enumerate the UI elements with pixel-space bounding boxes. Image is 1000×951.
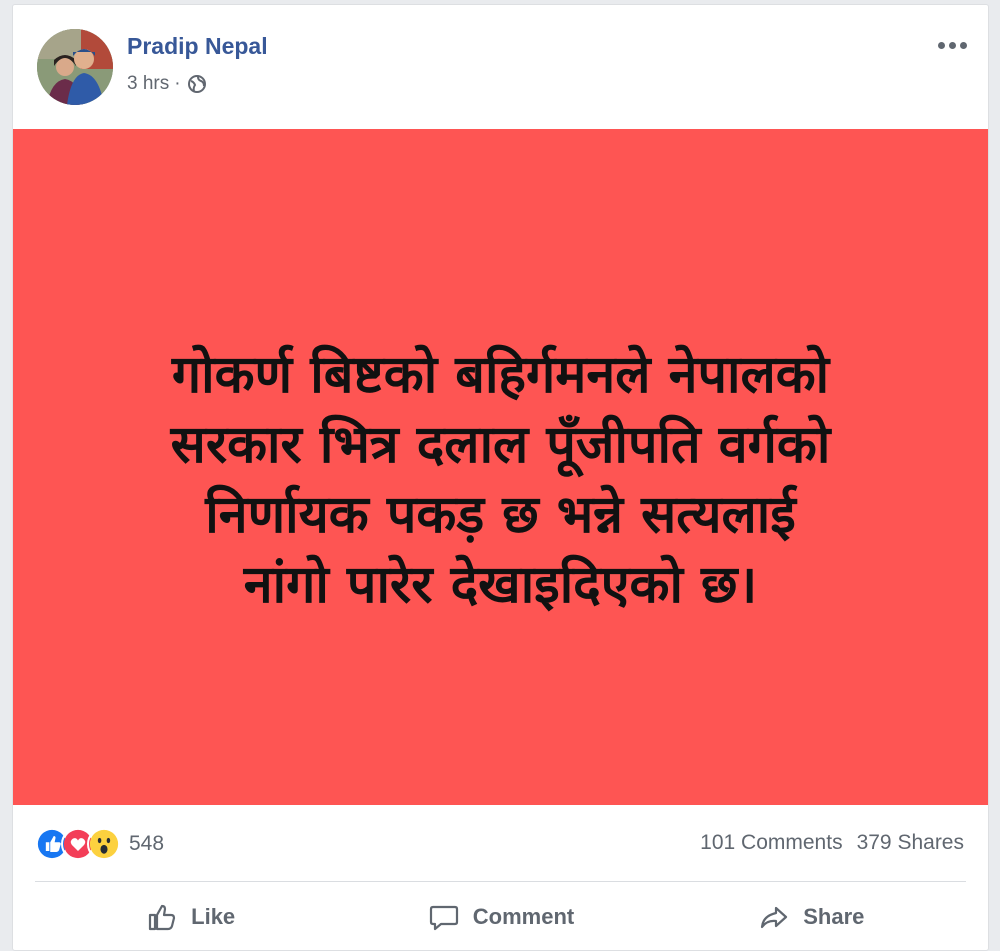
comment-bubble-icon — [429, 905, 458, 931]
post-text-line: गोकर्ण बिष्टको बहिर्गमनले नेपालको — [171, 345, 830, 405]
post-text-line: सरकार भित्र दलाल पूँजीपति वर्गको — [170, 415, 831, 475]
reactions-summary[interactable]: 548 — [35, 827, 164, 861]
post-text-line: नांगो पारेर देखाइदिएको छ। — [243, 555, 758, 615]
comment-label: Comment — [472, 904, 575, 929]
post-image[interactable]: गोकर्ण बिष्टको बहिर्गमनले नेपालको सरकार … — [13, 129, 988, 805]
engagement-counts: 101 Comments 379 Shares — [686, 831, 964, 855]
more-options-icon[interactable] — [932, 33, 972, 57]
post-card: Pradip Nepal 3 hrs · गोकर्ण बिष्टको बहिर… — [12, 4, 989, 951]
thumbs-up-icon — [149, 904, 176, 931]
wow-reaction-icon — [87, 827, 121, 861]
share-button[interactable]: Share — [656, 882, 966, 950]
avatar-photo — [37, 29, 113, 105]
post-image-text: गोकर्ण बिष्टको बहिर्गमनले नेपालको सरकार … — [51, 340, 951, 620]
post-timestamp[interactable]: 3 hrs — [127, 73, 169, 95]
shares-count-link[interactable]: 379 Shares — [857, 831, 964, 855]
like-button[interactable]: Like — [35, 882, 345, 950]
post-text-line: निर्णायक पकड़ छ भन्ने सत्यलाई — [205, 485, 796, 545]
comment-button[interactable]: Comment — [345, 882, 655, 950]
post-actions-bar: Like Comment Share — [35, 882, 966, 950]
post-header: Pradip Nepal 3 hrs · — [13, 5, 988, 129]
post-meta: 3 hrs · — [127, 73, 207, 95]
comments-count-link[interactable]: 101 Comments — [700, 831, 842, 855]
like-label: Like — [191, 904, 236, 929]
share-arrow-icon — [761, 906, 788, 929]
reaction-count: 548 — [129, 832, 165, 855]
author-name-link[interactable]: Pradip Nepal — [127, 33, 268, 60]
globe-icon[interactable] — [187, 74, 207, 94]
post-stats: 548 101 Comments 379 Shares — [13, 805, 988, 881]
meta-separator: · — [174, 73, 181, 94]
author-avatar[interactable] — [37, 29, 113, 105]
share-label: Share — [803, 904, 865, 929]
